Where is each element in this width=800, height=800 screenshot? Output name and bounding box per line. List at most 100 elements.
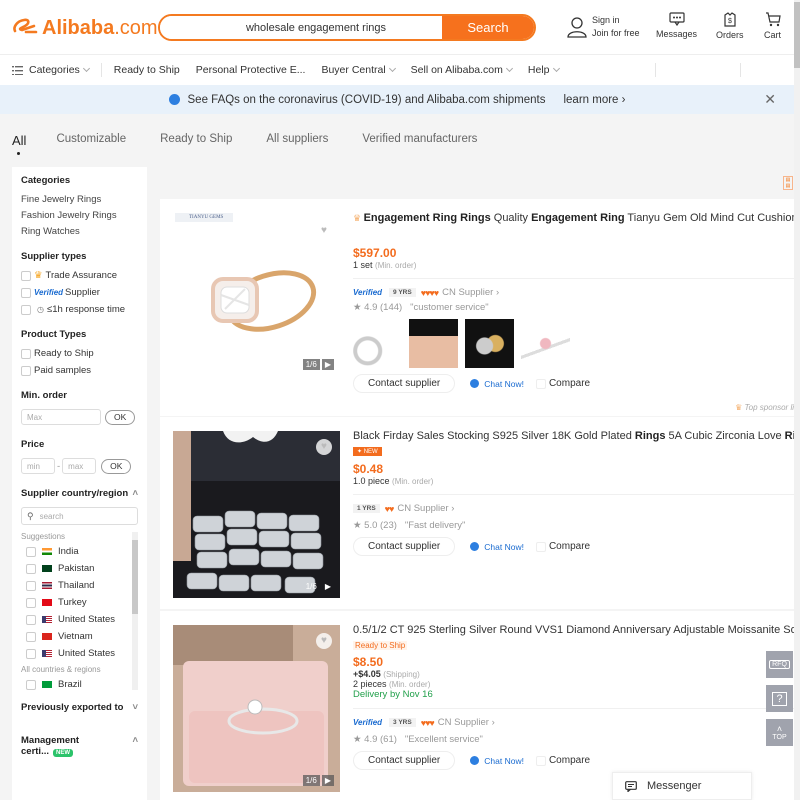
- rfq-icon: RFQ: [769, 660, 790, 669]
- chat-now-button[interactable]: Chat Now!: [470, 756, 524, 766]
- page-scrollbar[interactable]: [794, 0, 800, 800]
- account-menu[interactable]: Sign in Join for free: [566, 14, 640, 40]
- thumbnail[interactable]: [409, 319, 458, 368]
- price-max-input[interactable]: max: [62, 458, 97, 474]
- product-image[interactable]: ♥ 1/6 ▶: [173, 431, 340, 598]
- checkbox[interactable]: [21, 270, 31, 281]
- country-vietnam[interactable]: Vietnam: [21, 631, 138, 642]
- nav-sell[interactable]: Sell on Alibaba.com: [411, 64, 513, 76]
- categories-menu[interactable]: Categories: [12, 64, 90, 76]
- country-brazil[interactable]: Brazil: [21, 679, 138, 690]
- search-button[interactable]: Search: [442, 16, 534, 39]
- checkbox[interactable]: [21, 365, 31, 376]
- help-icon: ?: [772, 691, 787, 706]
- country-india[interactable]: India: [21, 546, 138, 557]
- favorite-icon[interactable]: ♥: [316, 439, 332, 455]
- checkbox[interactable]: [21, 348, 31, 359]
- join-link[interactable]: Join for free: [592, 27, 640, 40]
- thumbnail[interactable]: [353, 319, 402, 368]
- rfq-button[interactable]: RFQ: [766, 651, 793, 678]
- verified-logo: Verified: [353, 718, 383, 727]
- country-pakistan[interactable]: Pakistan: [21, 563, 138, 574]
- location-pin-icon: [168, 94, 180, 105]
- ad-icon[interactable]: ▤ ▤: [783, 176, 793, 190]
- category-fashion-jewelry[interactable]: Fashion Jewelry Rings: [21, 210, 138, 221]
- country-thailand[interactable]: Thailand: [21, 580, 138, 591]
- messages-button[interactable]: Messages: [656, 12, 697, 39]
- checkbox[interactable]: [21, 287, 31, 298]
- country-united-states[interactable]: United States: [21, 648, 138, 659]
- favorite-icon[interactable]: ♥: [316, 633, 332, 649]
- contact-supplier-button[interactable]: Contact supplier: [353, 374, 456, 393]
- product-title[interactable]: Black Firday Sales Stocking S925 Silver …: [353, 430, 794, 442]
- nav-ready-to-ship[interactable]: Ready to Ship: [114, 64, 180, 76]
- search-icon: ⚲: [27, 510, 34, 521]
- tab-customizable[interactable]: Customizable: [56, 133, 126, 148]
- tab-verified-manufacturers[interactable]: Verified manufacturers: [362, 133, 477, 148]
- tab-all-suppliers[interactable]: All suppliers: [266, 133, 328, 148]
- checkbox[interactable]: [21, 304, 31, 315]
- cart-button[interactable]: Cart: [764, 12, 781, 40]
- thumbnail[interactable]: [465, 319, 514, 368]
- country-search-input[interactable]: ⚲ search: [21, 507, 138, 525]
- product-image[interactable]: TIANYU GEMS ♥ 1/6 ▶: [173, 209, 340, 376]
- messenger-button[interactable]: Messenger: [612, 772, 752, 800]
- compare-checkbox[interactable]: Compare: [535, 378, 590, 389]
- close-icon[interactable]: ✕: [764, 91, 776, 108]
- nav-help[interactable]: Help: [528, 64, 560, 76]
- image-counter[interactable]: 1/6 ▶: [301, 581, 334, 592]
- category-ring-watches[interactable]: Ring Watches: [21, 226, 138, 237]
- supplier-link[interactable]: CN Supplier ›: [438, 717, 495, 728]
- category-fine-jewelry[interactable]: Fine Jewelry Rings: [21, 194, 138, 205]
- compare-checkbox[interactable]: Compare: [535, 755, 590, 766]
- supplier-link[interactable]: CN Supplier ›: [397, 503, 454, 514]
- country-united-states[interactable]: United States: [21, 614, 138, 625]
- chat-now-button[interactable]: Chat Now!: [470, 542, 524, 552]
- thumbnail[interactable]: [521, 319, 570, 368]
- favorite-icon[interactable]: ♥: [316, 223, 332, 239]
- price-ok-button[interactable]: OK: [101, 458, 132, 474]
- product-title[interactable]: 0.5/1/2 CT 925 Sterling Silver Round VVS…: [353, 624, 794, 636]
- categories-heading: Categories: [21, 175, 71, 186]
- price-min-input[interactable]: min: [21, 458, 55, 474]
- alibaba-logo[interactable]: Alibaba .com: [12, 15, 158, 41]
- product-actions: Contact supplier Chat Now! Compare: [353, 374, 794, 393]
- filter-trade-assurance[interactable]: ♛ Trade Assurance: [21, 270, 138, 281]
- min-order-max-input[interactable]: Max: [21, 409, 101, 425]
- filter-verified-supplier[interactable]: Verified Supplier: [21, 287, 138, 298]
- filter-response-time[interactable]: ◷ ≤1h response time: [21, 304, 138, 315]
- country-heading[interactable]: Supplier country/region ˄: [21, 488, 138, 499]
- orders-button[interactable]: $ Orders: [716, 12, 744, 40]
- image-counter[interactable]: 1/6 ▶: [301, 775, 334, 786]
- sign-in-link[interactable]: Sign in: [592, 14, 640, 27]
- country-scrollbar[interactable]: [132, 532, 138, 690]
- previously-exported-heading[interactable]: Previously exported to ˅: [21, 702, 138, 713]
- learn-more-link[interactable]: learn more ›: [563, 94, 625, 106]
- product-title[interactable]: ♛ Engagement Ring Rings Quality Engageme…: [353, 212, 794, 224]
- supplier-info[interactable]: Verified 3 YRS ♥♥♥ CN Supplier ›: [353, 717, 794, 728]
- compare-checkbox[interactable]: Compare: [535, 541, 590, 552]
- nav-ppe[interactable]: Personal Protective E...: [196, 64, 306, 76]
- tab-all[interactable]: All: [12, 133, 26, 155]
- management-cert-heading[interactable]: Management certi... NEW ˄: [21, 735, 138, 757]
- tab-ready-to-ship[interactable]: Ready to Ship: [160, 133, 232, 148]
- supplier-info[interactable]: Verified 9 YRS ♥♥♥♥ CN Supplier ›: [353, 287, 794, 298]
- product-image[interactable]: ♥ 1/6 ▶: [173, 625, 340, 792]
- contact-supplier-button[interactable]: Contact supplier: [353, 537, 456, 556]
- image-counter[interactable]: 1/6 ▶: [301, 359, 334, 370]
- chat-now-button[interactable]: Chat Now!: [470, 379, 524, 389]
- search-input[interactable]: [160, 16, 442, 39]
- country-turkey[interactable]: Turkey: [21, 597, 138, 608]
- product-card[interactable]: TIANYU GEMS ♥ 1/6 ▶ ♛ Engagement Ring Rin…: [160, 199, 794, 416]
- nav-buyer-central[interactable]: Buyer Central: [321, 64, 396, 76]
- filter-ready-to-ship[interactable]: Ready to Ship: [21, 348, 138, 359]
- filter-paid-samples[interactable]: Paid samples: [21, 365, 138, 376]
- contact-supplier-button[interactable]: Contact supplier: [353, 751, 456, 770]
- product-card[interactable]: ♥ 1/6 ▶ Black Firday Sales Stocking S925 …: [160, 417, 794, 609]
- min-order-ok-button[interactable]: OK: [105, 409, 136, 425]
- supplier-info[interactable]: 1 YRS ♥♥ CN Supplier ›: [353, 503, 794, 514]
- supplier-link[interactable]: CN Supplier ›: [442, 287, 499, 298]
- min-order: 1.0 piece (Min. order): [353, 476, 434, 486]
- help-button[interactable]: ?: [766, 685, 793, 712]
- back-to-top-button[interactable]: ˄ TOP: [766, 719, 793, 746]
